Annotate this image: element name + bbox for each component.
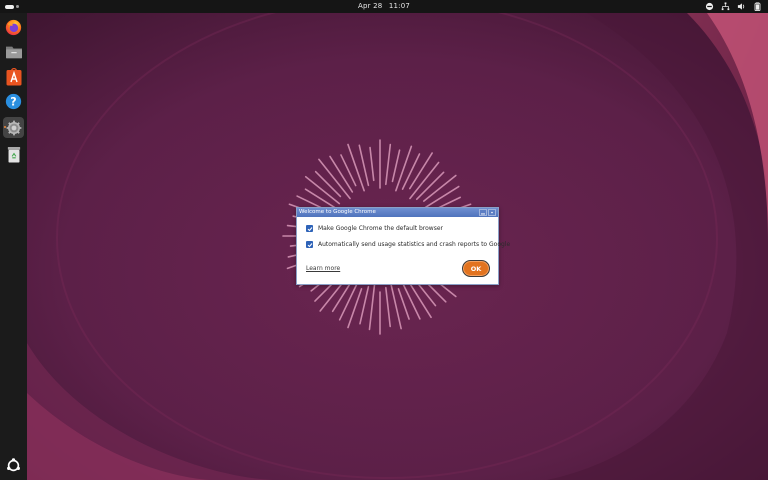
dock-settings[interactable]: [3, 117, 24, 138]
top-bar: Apr 28 11:07: [0, 0, 768, 13]
dock-trash[interactable]: [3, 144, 24, 165]
clock-date: Apr 28: [357, 2, 383, 10]
default-browser-checkbox[interactable]: [306, 225, 313, 232]
battery-icon: [754, 2, 761, 11]
system-tray[interactable]: [705, 2, 762, 11]
help-icon: ?: [5, 93, 22, 110]
dock-files[interactable]: [3, 41, 24, 62]
dialog-title: Welcome to Google Chrome: [299, 209, 376, 215]
files-icon: [5, 46, 22, 58]
option-usage-stats[interactable]: Automatically send usage statistics and …: [306, 241, 510, 248]
clock-time: 11:07: [388, 2, 411, 10]
trash-icon: [7, 146, 20, 163]
title-buttons: [479, 209, 496, 216]
default-browser-label: Make Google Chrome the default browser: [318, 225, 443, 232]
checkmark-icon: [307, 242, 312, 247]
app-center-icon: [6, 67, 21, 85]
ok-button[interactable]: OK: [462, 260, 490, 277]
close-icon: [491, 211, 493, 214]
close-button[interactable]: [488, 209, 496, 216]
option-default-browser[interactable]: Make Google Chrome the default browser: [306, 225, 443, 232]
minimize-icon: [481, 213, 485, 215]
usage-stats-label: Automatically send usage statistics and …: [318, 241, 511, 248]
dock: ?: [0, 13, 27, 480]
dialog-titlebar[interactable]: Welcome to Google Chrome: [297, 208, 498, 217]
dock-show-apps[interactable]: [3, 455, 24, 476]
learn-more-link[interactable]: Learn more: [306, 265, 340, 272]
checkmark-icon: [307, 226, 312, 231]
show-apps-icon: [7, 458, 20, 472]
usage-stats-checkbox[interactable]: [306, 241, 313, 248]
firefox-icon: [5, 19, 22, 36]
do-not-disturb-icon: [705, 2, 714, 11]
dock-app-center[interactable]: [3, 66, 24, 87]
dock-firefox[interactable]: [3, 17, 24, 38]
volume-icon: [737, 3, 745, 10]
clock[interactable]: Apr 28 11:07: [0, 2, 768, 10]
svg-text:?: ?: [10, 95, 16, 108]
network-icon: [721, 2, 730, 11]
settings-icon: [6, 120, 21, 135]
dock-help[interactable]: ?: [3, 91, 24, 112]
chrome-welcome-dialog: Welcome to Google Chrome Make Google Chr…: [296, 207, 510, 285]
running-indicator: [4, 126, 6, 128]
minimize-button[interactable]: [479, 209, 487, 216]
